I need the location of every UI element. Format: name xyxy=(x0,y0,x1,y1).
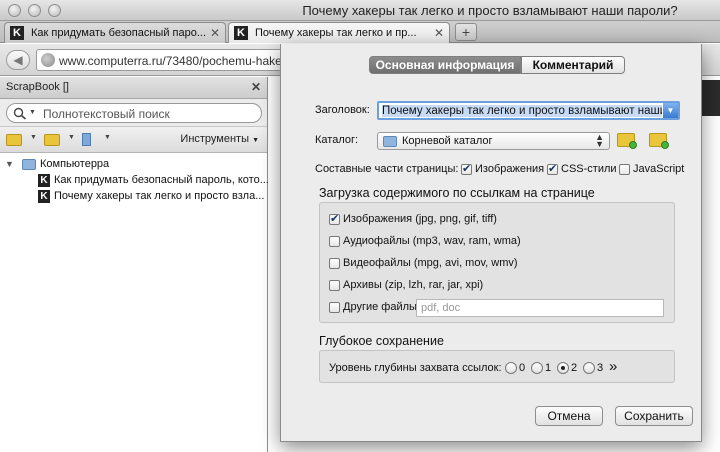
tab-main-info[interactable]: Основная информация xyxy=(369,56,521,74)
link-archives-checkbox[interactable] xyxy=(329,280,340,291)
title-combobox[interactable]: Почему хакеры так легко и просто взламыв… xyxy=(377,101,680,120)
chevron-down-icon[interactable]: ▼ xyxy=(663,103,678,118)
capture-dialog: Основная информация Комментарий Заголово… xyxy=(280,44,702,442)
k-favicon-icon: K xyxy=(38,174,50,187)
move-folder-icon[interactable] xyxy=(649,133,669,149)
note-icon[interactable] xyxy=(82,133,91,146)
sidebar-toolbar: ▼ ▼ ▼ Инструменты ▼ xyxy=(0,127,267,153)
tab-close-icon[interactable]: ✕ xyxy=(434,26,444,40)
link-other-checkbox[interactable] xyxy=(329,302,340,313)
images-checkbox[interactable] xyxy=(461,162,472,175)
depth-radio-3[interactable] xyxy=(583,362,595,374)
tab-label: Как придумать безопасный паро... xyxy=(31,27,206,39)
page-parts-label: Составные части страницы: xyxy=(315,163,459,175)
url-text: www.computerra.ru/73480/pochemu-hake xyxy=(59,54,282,68)
tools-menu[interactable]: Инструменты ▼ xyxy=(180,133,259,145)
sidebar-header: ScrapBook [] ✕ xyxy=(0,77,267,99)
globe-icon xyxy=(41,53,55,67)
disclosure-triangle-icon[interactable]: ▼ xyxy=(5,159,14,169)
tab-comment[interactable]: Комментарий xyxy=(521,56,625,74)
catalog-value: Корневой каталог xyxy=(402,135,493,147)
k-favicon-icon: K xyxy=(234,26,248,40)
new-folder-icon[interactable] xyxy=(617,133,637,149)
dropdown-arrow-icon[interactable]: ▼ xyxy=(68,134,75,141)
other-files-input[interactable]: pdf, doc xyxy=(416,299,664,317)
depth-radio-2[interactable] xyxy=(557,362,569,374)
sidebar-search: ▼ Полнотекстовый поиск xyxy=(0,99,267,127)
updown-arrows-icon: ▲ ▼ xyxy=(595,132,604,149)
css-label: CSS-стили xyxy=(561,163,617,175)
depth-radio-0[interactable] xyxy=(505,362,517,374)
tree-item[interactable]: K Почему хакеры так легко и просто взла.… xyxy=(0,189,267,205)
search-icon xyxy=(13,107,27,120)
images-label: Изображения xyxy=(475,163,545,175)
fulltext-search-input[interactable]: ▼ Полнотекстовый поиск xyxy=(6,103,262,123)
catalog-label: Каталог: xyxy=(315,134,359,146)
deep-save-title: Глубокое сохранение xyxy=(319,334,444,348)
depth-option-label: 2 xyxy=(571,362,578,374)
new-tab-button[interactable]: + xyxy=(455,23,477,41)
search-placeholder: Полнотекстовый поиск xyxy=(43,107,170,121)
link-audio-label: Аудиофайлы (mp3, wav, ram, wma) xyxy=(343,235,521,247)
k-favicon-icon: K xyxy=(38,190,50,203)
k-favicon-icon: K xyxy=(10,26,24,40)
title-value: Почему хакеры так легко и просто взламыв… xyxy=(382,105,662,117)
dropdown-arrow-icon[interactable]: ▼ xyxy=(30,134,37,141)
window-titlebar: Почему хакеры так легко и просто взламыв… xyxy=(0,0,720,21)
tools-label: Инструменты xyxy=(180,133,249,145)
title-label: Заголовок: xyxy=(315,104,370,116)
url-bar[interactable]: www.computerra.ru/73480/pochemu-hake xyxy=(36,49,296,71)
tree-folder[interactable]: ▼ Компьютерра xyxy=(0,157,267,173)
css-checkbox[interactable] xyxy=(547,162,558,175)
back-button[interactable]: ◀ xyxy=(6,50,30,70)
link-archives-label: Архивы (zip, lzh, rar, jar, xpi) xyxy=(343,279,484,291)
depth-option-label: 3 xyxy=(597,362,604,374)
catalog-select[interactable]: Корневой каталог ▲ ▼ xyxy=(377,132,610,150)
javascript-checkbox[interactable] xyxy=(619,164,630,175)
link-images-label: Изображения (jpg, png, gif, tiff) xyxy=(343,213,497,225)
more-depth-button[interactable]: » xyxy=(609,358,617,375)
tab-close-icon[interactable]: ✕ xyxy=(210,26,220,40)
folder-icon xyxy=(22,159,36,170)
open-folder-icon[interactable] xyxy=(44,134,60,146)
link-other-label: Другие файлы xyxy=(343,301,417,313)
tree-item[interactable]: K Как придумать безопасный пароль, кото.… xyxy=(0,173,269,189)
javascript-label: JavaScript xyxy=(633,163,685,175)
tab-1[interactable]: K Как придумать безопасный паро... ✕ xyxy=(4,22,226,43)
scrapbook-tree: ▼ Компьютерра K Как придумать безопасный… xyxy=(0,153,269,205)
depth-label: Уровень глубины захвата ссылок: xyxy=(329,362,502,374)
tree-item-label: Почему хакеры так легко и просто взла... xyxy=(54,190,265,202)
tab-2[interactable]: K Почему хакеры так легко и пр... ✕ xyxy=(228,22,450,43)
tab-strip: K Как придумать безопасный паро... ✕ K П… xyxy=(0,21,720,43)
new-folder-icon[interactable] xyxy=(6,134,22,146)
links-section-title: Загрузка содержимого по ссылкам на стран… xyxy=(319,186,595,200)
window-title: Почему хакеры так легко и просто взламыв… xyxy=(302,3,678,18)
sidebar-close-icon[interactable]: ✕ xyxy=(251,80,261,94)
tree-folder-label: Компьютерра xyxy=(40,158,110,170)
tab-label: Почему хакеры так легко и пр... xyxy=(255,27,417,39)
tree-item-label: Как придумать безопасный пароль, кото... xyxy=(54,174,269,186)
cancel-button[interactable]: Отмена xyxy=(535,406,603,426)
scrapbook-sidebar: ScrapBook [] ✕ ▼ Полнотекстовый поиск ▼ … xyxy=(0,77,269,452)
dropdown-arrow-icon[interactable]: ▼ xyxy=(104,134,111,141)
link-video-checkbox[interactable] xyxy=(329,258,340,269)
depth-radio-1[interactable] xyxy=(531,362,543,374)
depth-option-label: 1 xyxy=(545,362,552,374)
link-video-label: Видеофайлы (mpg, avi, mov, wmv) xyxy=(343,257,518,269)
sidebar-title: ScrapBook [] xyxy=(6,81,69,93)
other-files-placeholder: pdf, doc xyxy=(421,302,461,314)
depth-option-label: 0 xyxy=(519,362,526,374)
folder-icon xyxy=(383,136,397,147)
search-menu-arrow-icon[interactable]: ▼ xyxy=(29,109,36,116)
chevron-down-icon: ▼ xyxy=(252,137,259,144)
save-button[interactable]: Сохранить xyxy=(615,406,693,426)
link-images-checkbox[interactable] xyxy=(329,212,340,225)
link-audio-checkbox[interactable] xyxy=(329,236,340,247)
